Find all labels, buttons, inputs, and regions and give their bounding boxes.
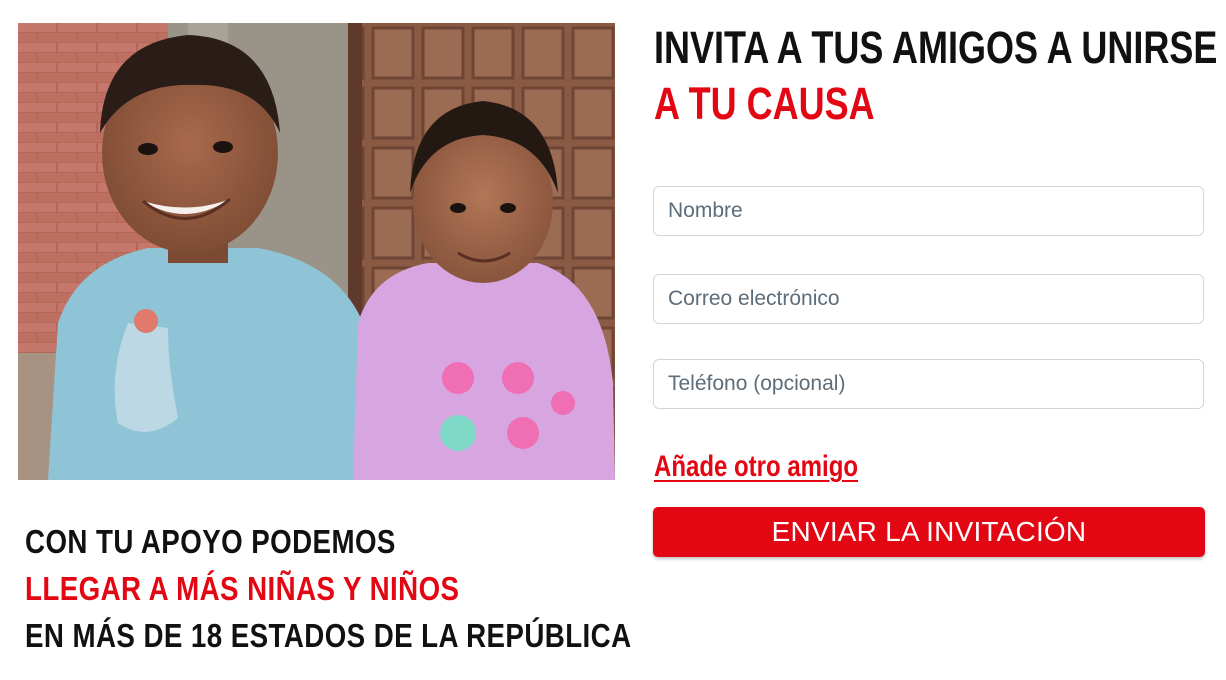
caption-line-1: CON TU APOYO PODEMOS [25, 523, 396, 560]
name-field[interactable] [653, 186, 1204, 236]
phone-field[interactable] [653, 359, 1204, 409]
children-photo [18, 23, 615, 480]
caption-line-2: LLEGAR A MÁS NIÑAS Y NIÑOS [25, 570, 460, 607]
photo-illustration [18, 23, 615, 480]
caption-line-3: EN MÁS DE 18 ESTADOS DE LA REPÚBLICA [25, 617, 632, 654]
email-field[interactable] [653, 274, 1204, 324]
heading-line-1: INVITA A TUS AMIGOS A UNIRSE [654, 22, 1218, 73]
heading-line-2: A TU CAUSA [654, 78, 875, 129]
add-friend-link[interactable]: Añade otro amigo [654, 447, 858, 487]
invite-heading: INVITA A TUS AMIGOS A UNIRSE A TU CAUSA [654, 20, 1217, 132]
impact-caption: CON TU APOYO PODEMOS LLEGAR A MÁS NIÑAS … [25, 518, 632, 659]
send-invitation-button[interactable]: ENVIAR LA INVITACIÓN [653, 507, 1205, 557]
